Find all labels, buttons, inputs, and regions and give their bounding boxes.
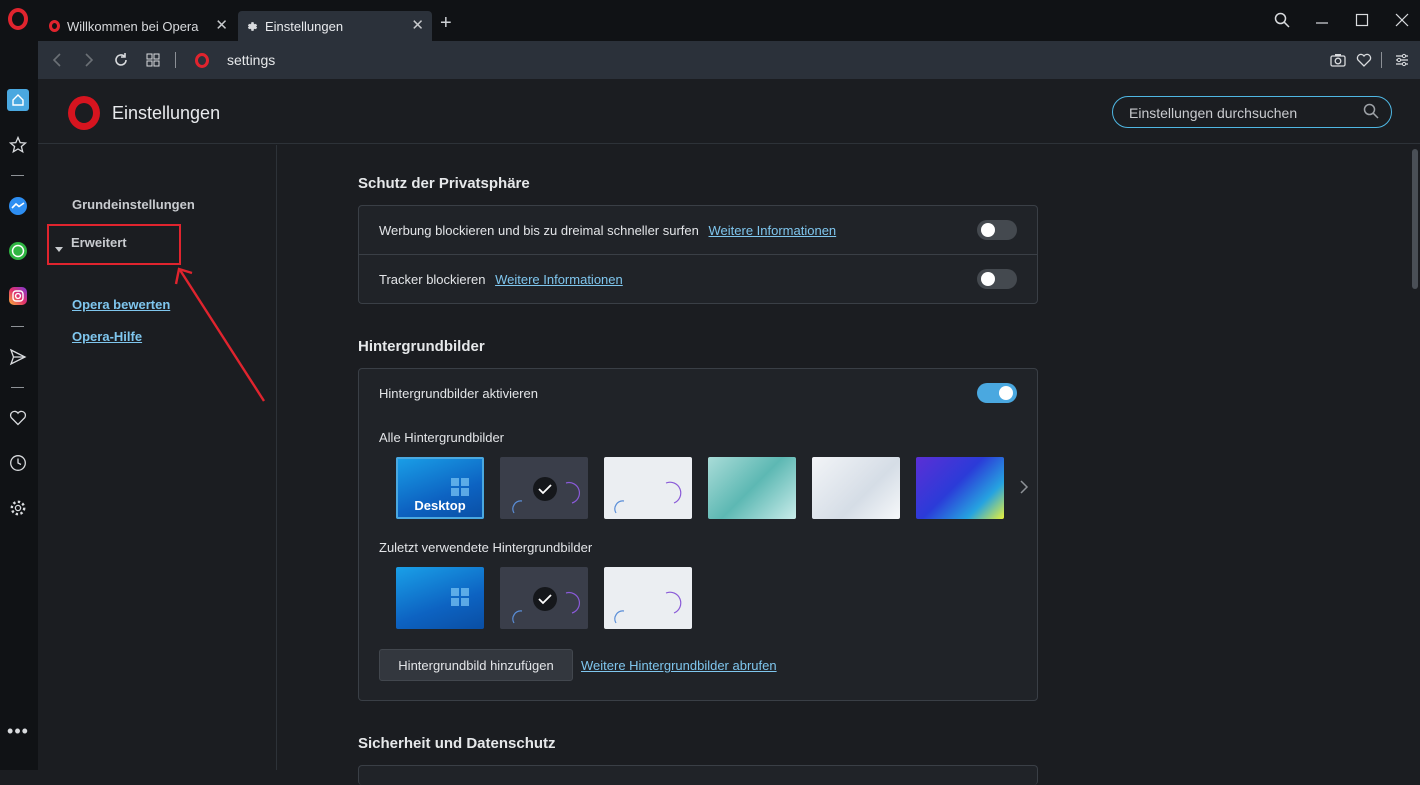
- new-tab-button[interactable]: +: [440, 13, 452, 33]
- wallpapers-card: Hintergrundbilder aktivieren Alle Hinter…: [358, 368, 1038, 701]
- nav-basic-settings[interactable]: Grundeinstellungen: [72, 197, 195, 212]
- sidebar-separator: [11, 175, 24, 176]
- rate-opera-link[interactable]: Opera bewerten: [72, 297, 170, 312]
- wallpaper-white-geometric[interactable]: [812, 457, 900, 519]
- tab-label: Einstellungen: [265, 18, 344, 34]
- url-field[interactable]: settings: [227, 52, 275, 68]
- my-flow-send-icon[interactable]: [7, 346, 29, 368]
- address-divider: [175, 52, 176, 68]
- page-title: Einstellungen: [112, 103, 221, 123]
- tracker-block-text: Tracker blockieren: [379, 272, 486, 287]
- home-icon[interactable]: [7, 89, 29, 111]
- selected-check-icon: [533, 477, 557, 501]
- add-wallpaper-button[interactable]: Hintergrundbild hinzufügen: [379, 649, 573, 681]
- history-clock-icon[interactable]: [7, 452, 29, 474]
- heart-icon[interactable]: [7, 407, 29, 429]
- close-window-button[interactable]: [1392, 10, 1412, 30]
- tab-settings[interactable]: Einstellungen ✕: [238, 11, 432, 41]
- opera-icon: [195, 53, 209, 68]
- sidebar: •••: [0, 41, 38, 770]
- windows-logo-icon: [451, 588, 469, 606]
- opera-menu-icon[interactable]: [8, 8, 28, 30]
- privacy-card: Werbung blockieren und bis zu dreimal sc…: [358, 205, 1038, 304]
- minimize-button[interactable]: [1312, 10, 1332, 30]
- section-title-privacy: Schutz der Privatsphäre: [358, 175, 530, 192]
- settings-search[interactable]: [1112, 96, 1392, 128]
- more-dots-icon[interactable]: •••: [7, 720, 29, 742]
- gear-icon[interactable]: [7, 497, 29, 519]
- security-card: [358, 765, 1038, 785]
- ad-block-text: Werbung blockieren und bis zu dreimal sc…: [379, 223, 699, 238]
- wallpaper-dark[interactable]: [500, 457, 588, 519]
- wallpaper-purple-gradient[interactable]: [916, 457, 1004, 519]
- section-title-security: Sicherheit und Datenschutz: [358, 735, 556, 752]
- opera-icon: [48, 20, 61, 33]
- ad-block-row: Werbung blockieren und bis zu dreimal sc…: [359, 206, 1037, 255]
- recent-wallpaper-desktop[interactable]: [396, 567, 484, 629]
- reload-icon[interactable]: [112, 51, 130, 69]
- ad-block-label: Werbung blockieren und bis zu dreimal sc…: [379, 223, 836, 238]
- address-bar: settings: [38, 41, 1420, 79]
- scrollbar[interactable]: [1410, 145, 1420, 770]
- search-icon: [1363, 103, 1381, 121]
- camera-icon[interactable]: [1329, 51, 1347, 69]
- whatsapp-icon[interactable]: [7, 240, 29, 262]
- tracker-block-row: Tracker blockieren Weitere Informationen: [359, 255, 1037, 304]
- wallpaper-teal[interactable]: [708, 457, 796, 519]
- back-icon[interactable]: [48, 51, 66, 69]
- arc-decoration: [614, 591, 682, 624]
- search-tabs-icon[interactable]: [1272, 10, 1292, 30]
- messenger-icon[interactable]: [7, 195, 29, 217]
- tracker-block-toggle[interactable]: [977, 269, 1017, 289]
- bookmarks-star-icon[interactable]: [7, 134, 29, 156]
- recent-wallpapers-label: Zuletzt verwendete Hintergrundbilder: [379, 540, 593, 555]
- close-icon[interactable]: ✕: [215, 18, 228, 33]
- section-title-wallpapers: Hintergrundbilder: [358, 338, 485, 355]
- sidebar-separator: [11, 326, 24, 327]
- more-info-link[interactable]: Weitere Informationen: [709, 223, 837, 238]
- sidebar-separator: [11, 387, 24, 388]
- wallpapers-toggle[interactable]: [977, 383, 1017, 403]
- all-wallpapers-label: Alle Hintergrundbilder: [379, 430, 505, 445]
- opera-logo: [68, 96, 100, 130]
- gear-icon: [246, 20, 259, 33]
- windows-logo-icon: [451, 478, 469, 496]
- get-more-wallpapers-link[interactable]: Weitere Hintergrundbilder abrufen: [581, 658, 777, 673]
- recent-wallpaper-dark[interactable]: [500, 567, 588, 629]
- tracker-block-label: Tracker blockieren Weitere Informationen: [379, 272, 623, 287]
- more-info-link[interactable]: Weitere Informationen: [495, 272, 623, 287]
- toolbar-divider: [1381, 52, 1382, 68]
- forward-icon[interactable]: [80, 51, 98, 69]
- tab-welcome[interactable]: Willkommen bei Opera ✕: [40, 11, 236, 41]
- selected-check-icon: [533, 587, 557, 611]
- chevron-right-icon[interactable]: [1019, 479, 1029, 500]
- tab-label: Willkommen bei Opera: [67, 18, 199, 34]
- annotation-highlight-box: [47, 224, 181, 265]
- opera-help-link[interactable]: Opera-Hilfe: [72, 329, 142, 344]
- recent-wallpaper-light[interactable]: [604, 567, 692, 629]
- annotation-arrow: [174, 267, 266, 402]
- heart-icon[interactable]: [1355, 51, 1373, 69]
- instagram-icon[interactable]: [7, 285, 29, 307]
- speed-dial-icon[interactable]: [144, 51, 162, 69]
- search-input[interactable]: [1129, 103, 1349, 123]
- settings-header: Einstellungen: [38, 79, 1420, 144]
- close-icon[interactable]: ✕: [411, 18, 424, 33]
- wallpapers-enable-label: Hintergrundbilder aktivieren: [379, 386, 538, 401]
- desktop-label: Desktop: [414, 498, 466, 513]
- arc-decoration: [614, 481, 682, 514]
- wallpaper-desktop[interactable]: Desktop: [396, 457, 484, 519]
- ad-block-toggle[interactable]: [977, 220, 1017, 240]
- title-bar: Willkommen bei Opera ✕ Einstellungen ✕ +: [0, 0, 1420, 41]
- wallpaper-light[interactable]: [604, 457, 692, 519]
- maximize-button[interactable]: [1352, 10, 1372, 30]
- easy-setup-icon[interactable]: [1393, 51, 1411, 69]
